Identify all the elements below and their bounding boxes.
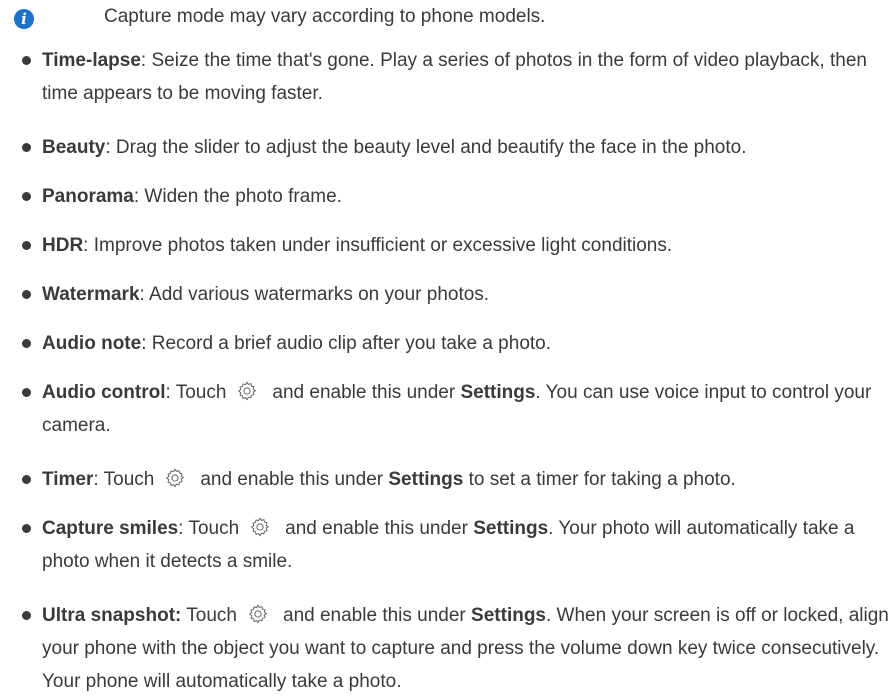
note-text: Capture mode may vary according to phone… bbox=[104, 6, 546, 27]
item-text: Add various watermarks on your photos. bbox=[144, 284, 490, 305]
term-capture-smiles: Capture smiles bbox=[42, 518, 179, 539]
settings-term: Settings bbox=[460, 382, 536, 403]
settings-term: Settings bbox=[473, 518, 549, 539]
term-time-lapse: Time-lapse bbox=[42, 50, 141, 71]
term-audio-control: Audio control bbox=[42, 382, 166, 403]
gear-icon bbox=[251, 517, 270, 537]
term-timer: Timer bbox=[42, 469, 94, 490]
list-item-audio-note: Audio note: Record a brief audio clip af… bbox=[22, 327, 896, 360]
list-item-hdr: HDR: Improve photos taken under insuffic… bbox=[22, 229, 896, 262]
item-text: Improve photos taken under insufficient … bbox=[88, 235, 673, 256]
list-item-ultra-snapshot: Ultra snapshot: Touch and enable this und… bbox=[22, 599, 896, 698]
term-beauty: Beauty bbox=[42, 137, 106, 158]
list-item-panorama: Panorama: Widen the photo frame. bbox=[22, 180, 896, 213]
item-text: Seize the time that's gone. Play a serie… bbox=[42, 50, 867, 104]
term-ultra-snapshot: Ultra snapshot: bbox=[42, 605, 182, 626]
list-item-beauty: Beauty: Drag the slider to adjust the be… bbox=[22, 131, 896, 164]
list-item-watermark: Watermark: Add various watermarks on you… bbox=[22, 278, 896, 311]
item-text: Record a brief audio clip after you take… bbox=[146, 333, 552, 354]
info-icon: i bbox=[14, 9, 34, 29]
term-panorama: Panorama bbox=[42, 186, 134, 207]
term-hdr: HDR bbox=[42, 235, 84, 256]
note-row: i bbox=[14, 4, 34, 34]
list-item-audio-control: Audio control: Touch and enable this unde… bbox=[22, 376, 896, 442]
list-item-capture-smiles: Capture smiles: Touch and enable this und… bbox=[22, 512, 896, 578]
term-watermark: Watermark bbox=[42, 284, 140, 305]
document-page: i Capture mode may vary according to pho… bbox=[0, 0, 896, 692]
list-item-timer: Timer: Touch and enable this under Settin… bbox=[22, 463, 896, 496]
item-text: Widen the photo frame. bbox=[139, 186, 342, 207]
gear-icon bbox=[249, 604, 267, 624]
settings-term: Settings bbox=[388, 469, 464, 490]
list-item-time-lapse: Time-lapse: Seize the time that's gone. … bbox=[22, 44, 896, 110]
gear-icon bbox=[238, 381, 257, 401]
term-audio-note: Audio note bbox=[42, 333, 142, 354]
gear-icon bbox=[166, 468, 185, 488]
settings-term: Settings bbox=[471, 605, 546, 626]
item-text: Drag the slider to adjust the beauty lev… bbox=[110, 137, 747, 158]
